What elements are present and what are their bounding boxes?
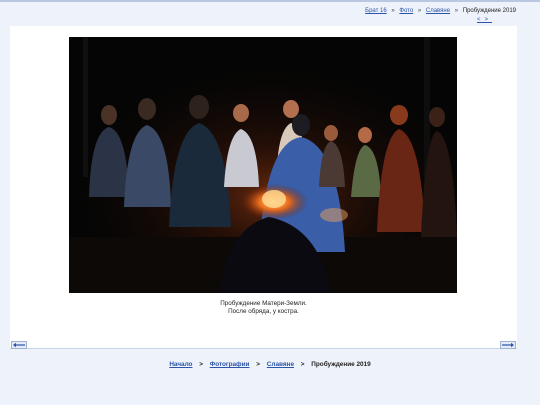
caption-line-2: После обряда, у костра. <box>228 308 299 315</box>
breadcrumb-current: Пробуждение 2019 <box>462 8 516 14</box>
breadcrumb-link-brat16[interactable]: Брат 16 <box>365 8 387 14</box>
right-arrow-icon <box>502 342 514 348</box>
campfire-photo-image <box>69 37 457 293</box>
breadcrumb-link-home[interactable]: Начало <box>169 361 192 368</box>
photo-mini-nav: <> <box>477 17 492 23</box>
breadcrumb-separator: > <box>256 361 260 368</box>
breadcrumb-separator: » <box>417 8 422 14</box>
caption-line-1: Пробуждение Матери-Земли. <box>220 300 307 307</box>
photo-panel: Пробуждение Матери-Земли. После обряда, … <box>10 26 517 349</box>
breadcrumb-bottom: Начало > Фотографии > Славяне > Пробужде… <box>0 361 540 368</box>
breadcrumb-link-slavyane[interactable]: Славяне <box>426 8 450 14</box>
mini-next-link[interactable]: > <box>484 17 492 23</box>
breadcrumb-separator: » <box>391 8 395 14</box>
top-border <box>0 0 540 2</box>
breadcrumb-link-photos[interactable]: Фотографии <box>210 361 250 368</box>
breadcrumb-separator: > <box>300 361 305 368</box>
breadcrumb-top: Брат 16 » Фото » Славяне » Пробуждение 2… <box>365 8 516 14</box>
photo-caption: Пробуждение Матери-Земли. После обряда, … <box>10 300 517 316</box>
campfire-photo[interactable] <box>69 37 457 293</box>
breadcrumb-current: Пробуждение 2019 <box>311 361 371 368</box>
breadcrumb-link-slavyane[interactable]: Славяне <box>267 361 294 368</box>
breadcrumb-link-photo[interactable]: Фото <box>399 8 413 14</box>
breadcrumb-separator: » <box>454 8 459 14</box>
next-photo-button[interactable] <box>500 341 516 349</box>
left-arrow-icon <box>13 342 25 348</box>
breadcrumb-separator: > <box>199 361 203 368</box>
prev-photo-button[interactable] <box>11 341 27 349</box>
